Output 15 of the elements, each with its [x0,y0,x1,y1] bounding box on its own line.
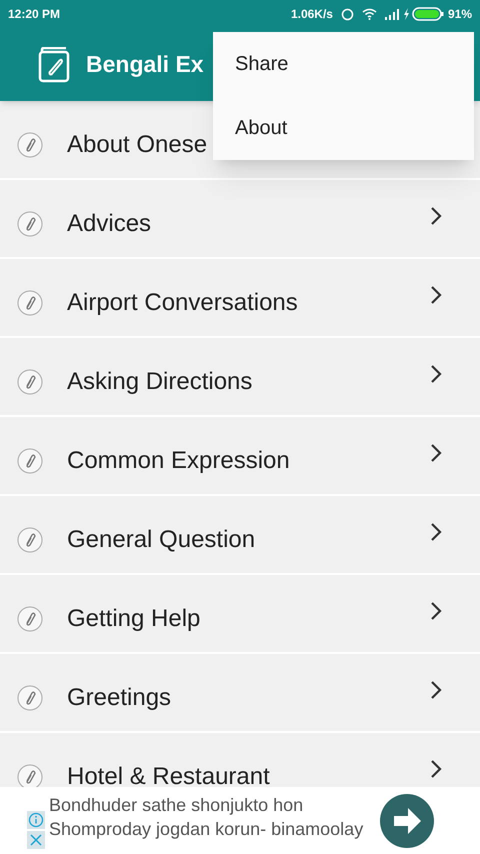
item-label: Asking Directions [67,366,252,396]
item-label: Airport Conversations [67,288,298,318]
ad-text: Bondhuder sathe shonjukto hon [49,794,304,816]
app-title: Bengali Ex [86,50,204,80]
item-label: Getting Help [67,604,200,634]
item-label: About Onese [67,130,208,160]
item-label: Greetings [67,682,172,712]
ad-text: Shomproday jogdan korun- binamoolay [49,818,364,840]
item-label: Hotel & Restaurant [67,762,270,787]
network-speed: 1.06K/s [290,6,333,23]
item-label: General Question [67,524,256,554]
item-label: Common Expression [67,446,290,476]
status-time: 12:20 PM [8,6,60,23]
item-label: Advices [67,208,152,238]
battery-percent: 91% [448,6,472,23]
